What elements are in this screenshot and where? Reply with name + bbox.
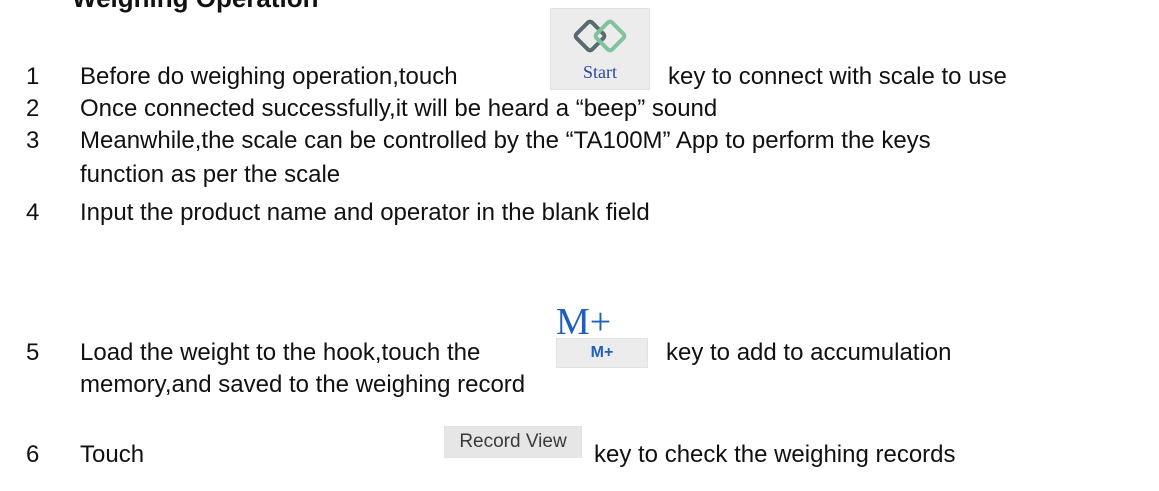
record-view-key-label: Record View bbox=[459, 431, 567, 452]
start-key-label: Start bbox=[583, 62, 617, 82]
section-heading: Weighing Operation bbox=[72, 0, 319, 14]
step-text: function as per the scale bbox=[80, 161, 341, 188]
step-text: Input the product name and operator in t… bbox=[80, 199, 650, 226]
step-text: memory,and saved to the weighing record bbox=[80, 371, 526, 398]
step-text: key to check the weighing records bbox=[594, 441, 956, 468]
link-icon bbox=[573, 19, 627, 53]
step-number: 2 bbox=[26, 95, 40, 122]
step-text: key to connect with scale to use bbox=[668, 63, 1007, 90]
step-number: 6 bbox=[26, 441, 40, 468]
step-text: Load the weight to the hook,touch the bbox=[80, 339, 481, 366]
document-page: Weighing Operation Start 1 Before do wei… bbox=[0, 0, 1159, 491]
step-text: Touch bbox=[80, 441, 145, 468]
step-text: Meanwhile,the scale can be controlled by… bbox=[80, 127, 931, 154]
step-number: 5 bbox=[26, 339, 40, 366]
m-plus-key-label: M+ bbox=[590, 344, 614, 361]
step-number: 1 bbox=[26, 63, 40, 90]
step-text: key to add to accumulation bbox=[666, 339, 952, 366]
start-key-image: Start bbox=[550, 8, 650, 90]
m-plus-key-image: M+ bbox=[556, 338, 648, 368]
record-view-key-image: Record View bbox=[444, 426, 582, 458]
step-number: 3 bbox=[26, 127, 40, 154]
step-text: Once connected successfully,it will be h… bbox=[80, 95, 718, 122]
m-plus-symbol: M+ bbox=[556, 301, 612, 343]
step-text: Before do weighing operation,touch bbox=[80, 63, 458, 90]
step-number: 4 bbox=[26, 199, 40, 226]
